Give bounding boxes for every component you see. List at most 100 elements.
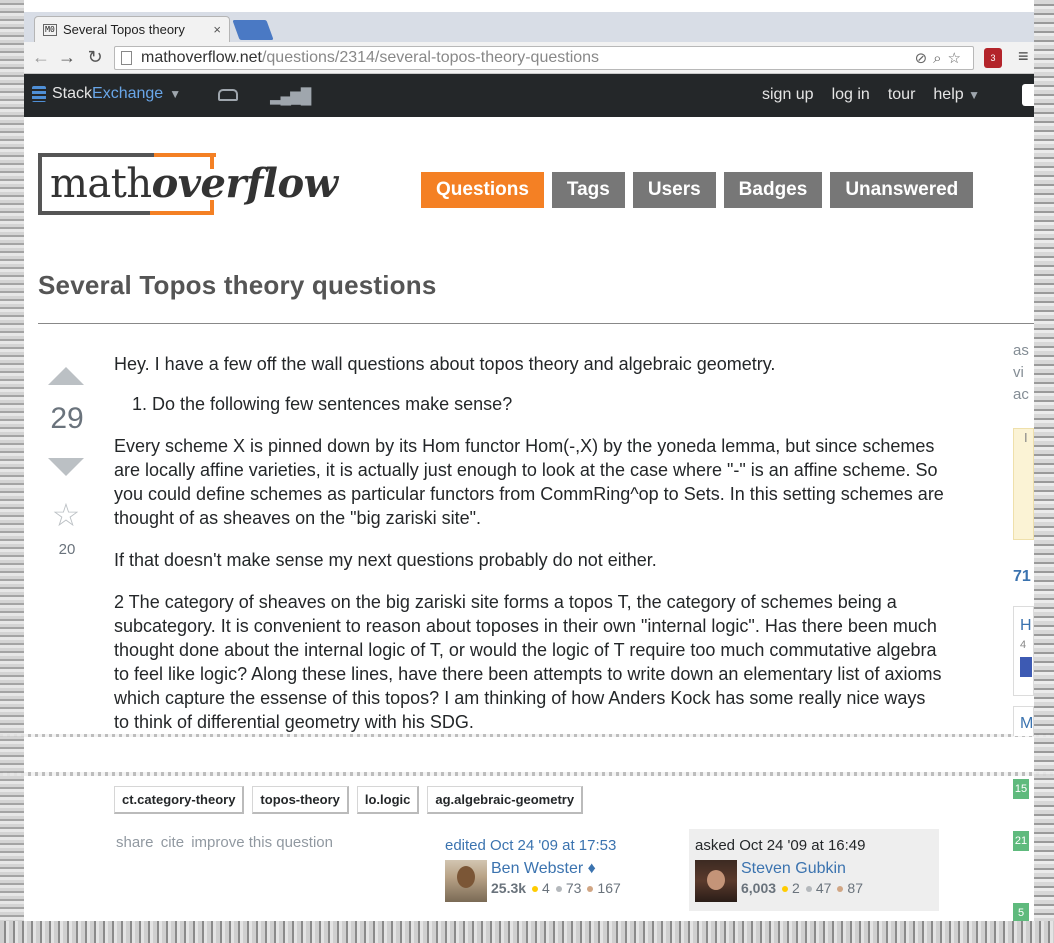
bronze-badge-icon (837, 886, 844, 892)
torn-edge-bottom (0, 921, 1054, 943)
close-tab-icon[interactable]: × (213, 22, 221, 37)
favorite-star-icon[interactable]: ☆ (48, 496, 84, 534)
silver-badge-icon (805, 886, 812, 892)
upvote-icon[interactable] (48, 367, 84, 385)
question-title[interactable]: Several Topos theory questions (38, 270, 437, 301)
share-link[interactable]: share (116, 834, 154, 851)
cite-link[interactable]: cite (161, 834, 184, 851)
silver-badge-icon (555, 886, 562, 892)
tour-link[interactable]: tour (888, 86, 916, 104)
gold-badge-count: 2 (792, 880, 800, 896)
tag-topos-theory[interactable]: topos-theory (252, 786, 349, 814)
nav-questions[interactable]: Questions (421, 172, 544, 208)
signup-link[interactable]: sign up (762, 86, 814, 104)
avatar[interactable] (695, 860, 737, 902)
stackexchange-logo[interactable]: Stack Exchange ▼ (32, 85, 181, 103)
tab-title: Several Topos theory (63, 22, 185, 37)
favorite-count: 20 (58, 541, 76, 558)
downvote-icon[interactable] (48, 458, 84, 476)
reputation-score: 25.3k (491, 880, 527, 896)
sidebar-card-thumbnail (1020, 657, 1032, 677)
inbox-icon[interactable] (218, 89, 238, 101)
sidebar-card[interactable]: H 4 (1013, 606, 1034, 696)
gold-badge-icon (532, 886, 539, 892)
edited-timestamp[interactable]: edited Oct 24 '09 at 17:53 (445, 837, 685, 854)
editor-reputation: 25.3k 4 73 167 (491, 880, 621, 896)
owner-reputation: 6,003 2 47 87 (741, 880, 863, 896)
browser-toolbar: ← → ↻ mathoverflow.net/questions/2314/se… (24, 42, 1034, 74)
browser-tab[interactable]: M0 Several Topos theory × (34, 16, 230, 42)
editor-signature: edited Oct 24 '09 at 17:53 Ben Webster ♦… (445, 829, 685, 910)
chevron-down-icon: ▼ (169, 87, 182, 101)
browser-menu-icon[interactable]: ≡ (1018, 46, 1029, 67)
sidebar-score-badge: 5 (1013, 903, 1029, 923)
editor-user: Ben Webster ♦ 25.3k 4 73 167 (445, 860, 685, 902)
gold-badge-count: 4 (542, 880, 550, 896)
question-tags: ct.category-theory topos-theory lo.logic… (114, 786, 584, 814)
body-paragraph: 2 The category of sheaves on the big zar… (114, 592, 942, 732)
tear-gap (0, 737, 1054, 773)
title-divider (38, 323, 1034, 324)
brand-exchange: Exchange (92, 85, 164, 102)
forward-icon[interactable]: → (56, 47, 78, 68)
url-path: /questions/2314/several-topos-theory-que… (261, 49, 600, 66)
site-nav: Questions Tags Users Badges Unanswered (421, 172, 974, 208)
chevron-down-icon: ▼ (968, 88, 980, 102)
login-link[interactable]: log in (832, 86, 870, 104)
page-icon (121, 51, 132, 65)
sidebar-score-badge: 15 (1013, 779, 1029, 799)
sidebar-card-title-fragment: M (1020, 715, 1034, 732)
avatar[interactable] (445, 860, 487, 902)
improve-link[interactable]: improve this question (191, 834, 333, 851)
reload-icon[interactable]: ↻ (84, 47, 106, 68)
back-icon[interactable]: ← (30, 47, 52, 68)
nav-unanswered[interactable]: Unanswered (830, 172, 974, 208)
asked-timestamp: asked Oct 24 '09 at 16:49 (695, 837, 866, 854)
silver-badge-count: 47 (815, 880, 832, 896)
screenshot-frame: M0 Several Topos theory × ← → ↻ mathover… (0, 0, 1054, 943)
tag-ag-algebraic-geometry[interactable]: ag.algebraic-geometry (427, 786, 584, 814)
achievements-icon[interactable]: ▂▄▆█ (270, 87, 311, 105)
reputation-score: 6,003 (741, 880, 777, 896)
sidebar-notice-fragment: I (1024, 430, 1028, 445)
body-list: Do the following few sentences make sens… (152, 392, 944, 416)
address-bar-icons[interactable]: ⊘⌕☆ (915, 49, 967, 67)
ublock-extension-icon[interactable]: 3 (984, 48, 1002, 68)
tag-ct-category-theory[interactable]: ct.category-theory (114, 786, 245, 814)
gold-badge-icon (782, 886, 789, 892)
silver-badge-count: 73 (565, 880, 582, 896)
owner-name[interactable]: Steven Gubkin (741, 860, 863, 878)
address-bar[interactable]: mathoverflow.net/questions/2314/several-… (114, 46, 974, 70)
bronze-badge-count: 167 (597, 880, 621, 896)
stack-icon (32, 86, 46, 102)
torn-edge-left (0, 0, 24, 943)
list-item: Do the following few sentences make sens… (152, 392, 944, 416)
brand-stack: Stack (52, 85, 93, 102)
moderator-diamond-icon: ♦ (587, 860, 596, 877)
vote-count: 29 (50, 402, 84, 435)
search-input[interactable] (1022, 84, 1034, 106)
owner-signature: asked Oct 24 '09 at 16:49 Steven Gubkin … (689, 829, 939, 911)
new-tab-button[interactable] (232, 20, 274, 40)
tear-edge (0, 772, 1054, 776)
mathoverflow-logo[interactable]: mathoverflow (50, 160, 338, 207)
bronze-badge-icon (587, 886, 594, 892)
nav-tags[interactable]: Tags (551, 172, 625, 208)
question-body: Hey. I have a few off the wall questions… (114, 352, 944, 752)
help-link[interactable]: help ▼ (933, 86, 980, 104)
tag-lo-logic[interactable]: lo.logic (356, 786, 420, 814)
sidebar-linked-count[interactable]: 71 (1013, 568, 1031, 586)
sidebar-stat-fragment: vi (1013, 364, 1024, 381)
sidebar-notice-box: I (1013, 428, 1034, 540)
body-paragraph: Every scheme X is pinned down by its Hom… (114, 436, 944, 528)
post-menu: share cite improve this question (116, 834, 336, 851)
nav-users[interactable]: Users (632, 172, 716, 208)
sidebar-card-sub-fragment: 4 (1020, 639, 1027, 651)
owner-user: Steven Gubkin 6,003 2 47 87 (695, 860, 933, 902)
nav-badges[interactable]: Badges (723, 172, 823, 208)
browser-tabstrip: M0 Several Topos theory × (24, 12, 1034, 42)
editor-name[interactable]: Ben Webster ♦ (491, 860, 621, 878)
sidebar-card[interactable]: M (1013, 706, 1034, 736)
body-paragraph: If that doesn't make sense my next quest… (114, 550, 657, 570)
stackexchange-topbar: Stack Exchange ▼ ▂▄▆█ sign up log in tour… (24, 74, 1034, 117)
